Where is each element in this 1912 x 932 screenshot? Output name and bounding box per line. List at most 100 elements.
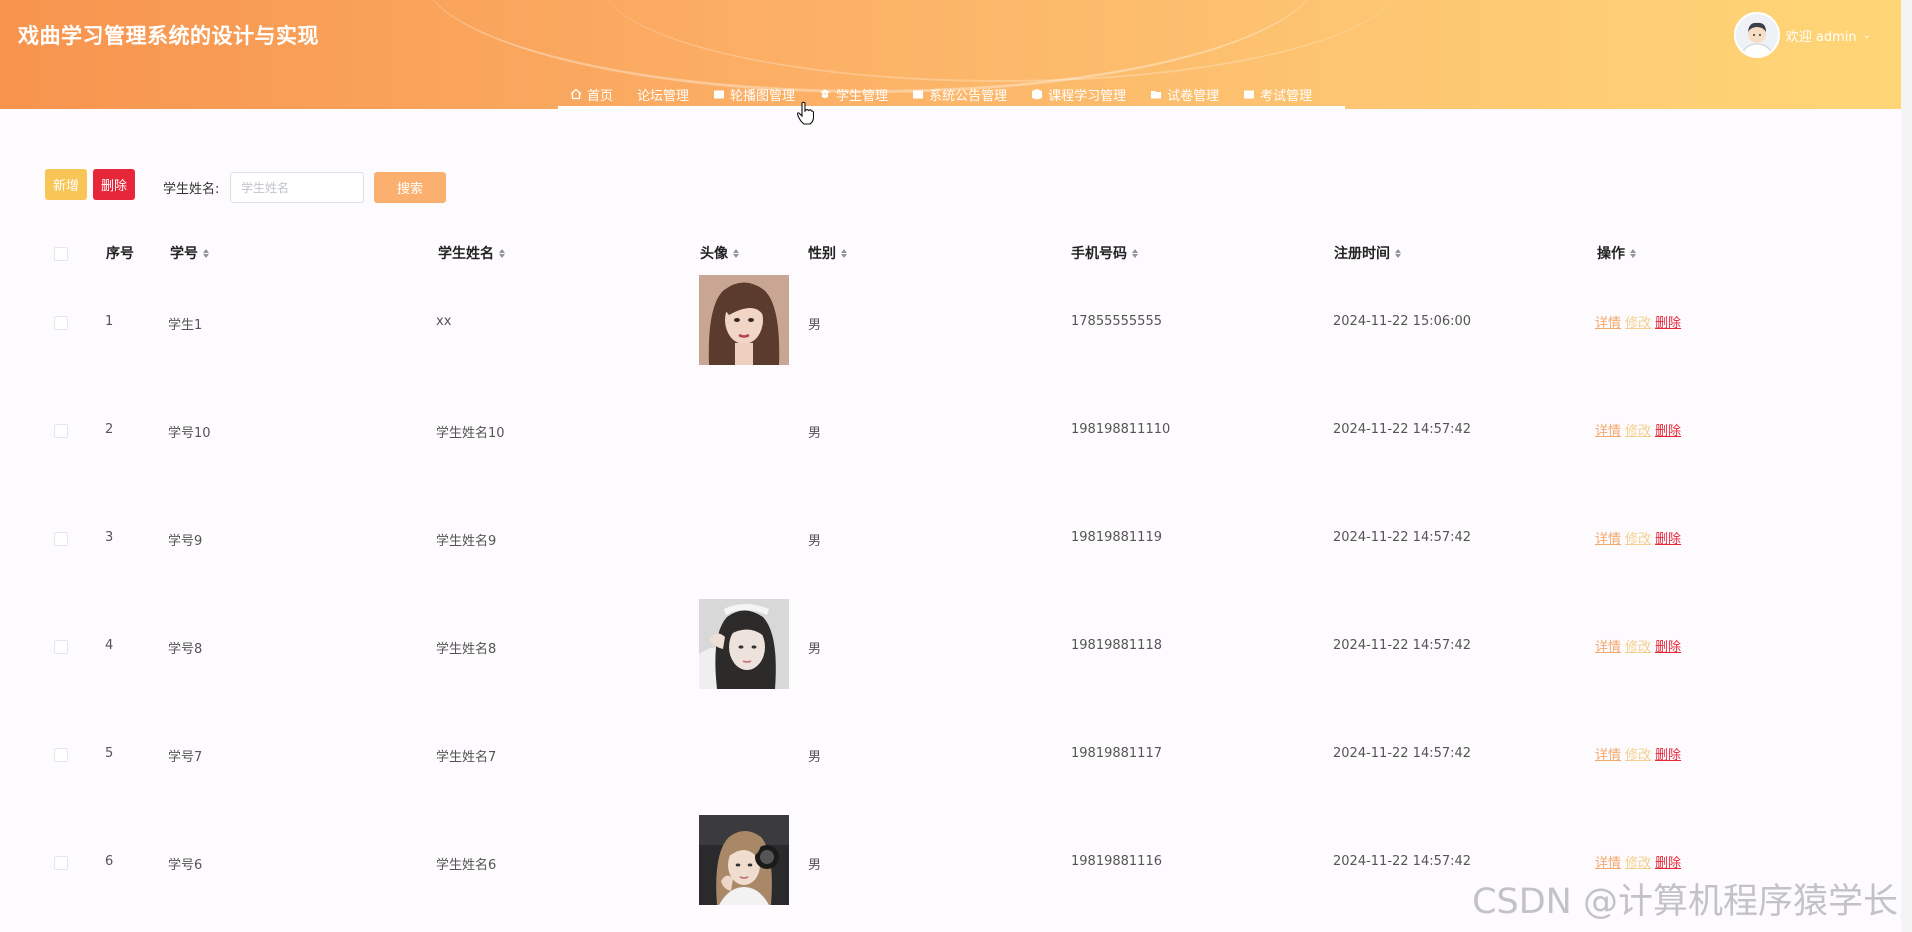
edit-link[interactable]: 修改 [1625,640,1651,655]
nav-exams[interactable]: 考试管理 [1231,69,1324,109]
delete-link[interactable]: 删除 [1655,640,1681,655]
row-gender: 男 [808,426,822,441]
detail-link[interactable]: 详情 [1595,856,1621,871]
sort-icon[interactable] [203,248,209,258]
avatar-image [1735,14,1778,56]
welcome-text: 欢迎 admin [1785,29,1857,45]
delete-link[interactable]: 删除 [1655,424,1681,439]
column-header-student-no[interactable]: 学号 [170,243,209,263]
row-index: 4 [105,638,114,653]
sort-icon[interactable] [1395,248,1401,258]
column-label: 性别 [808,246,836,262]
column-label: 头像 [700,246,728,262]
delete-link[interactable]: 删除 [1655,856,1681,871]
delete-link[interactable]: 删除 [1655,316,1681,331]
row-phone: 19819881118 [1071,638,1162,653]
column-header-avatar[interactable]: 头像 [700,243,739,263]
nav-label: 系统公告管理 [929,88,1008,104]
row-name: 学生姓名8 [436,642,497,657]
row-checkbox[interactable] [54,316,68,330]
row-actions: 详情 修改 删除 [1595,528,1685,547]
row-actions: 详情 修改 删除 [1595,312,1685,331]
watermark: CSDN @计算机程序猿学长 [1472,882,1898,922]
row-name: xx [436,314,452,329]
column-header-actions[interactable]: 操作 [1597,243,1636,263]
home-icon [570,88,582,100]
detail-link[interactable]: 详情 [1595,532,1621,547]
student-name-search-input[interactable] [230,172,364,203]
nav-label: 轮播图管理 [730,88,796,104]
sort-icon[interactable] [499,248,505,258]
row-student-no: 学生1 [168,318,203,333]
edit-link[interactable]: 修改 [1625,424,1651,439]
book-icon [1032,89,1043,100]
detail-link[interactable]: 详情 [1595,424,1621,439]
column-label: 手机号码 [1071,246,1127,262]
row-index: 3 [105,530,114,545]
row-checkbox[interactable] [54,532,68,546]
row-name: 学生姓名10 [436,426,505,441]
row-phone: 19819881119 [1071,530,1162,545]
nav-courses[interactable]: 课程学习管理 [1019,69,1138,109]
row-index: 2 [105,422,114,437]
nav-forum[interactable]: 论坛管理 [625,69,701,109]
folder-icon [913,90,924,99]
row-name: 学生姓名7 [436,750,497,765]
hand-cursor-icon [796,101,814,125]
row-checkbox[interactable] [54,640,68,654]
edit-link[interactable]: 修改 [1625,532,1651,547]
nav-label: 学生管理 [836,88,889,104]
edit-link[interactable]: 修改 [1625,856,1651,871]
row-name: 学生姓名9 [436,534,497,549]
nav-label: 首页 [587,88,614,104]
page-scrollbar[interactable] [1901,0,1912,932]
row-gender: 男 [808,318,822,333]
column-label: 学号 [170,246,198,262]
column-header-gender[interactable]: 性别 [808,243,847,263]
column-label: 序号 [106,246,134,262]
row-checkbox[interactable] [54,424,68,438]
student-photo [699,815,789,905]
row-index: 6 [105,854,114,869]
nav-announcements[interactable]: 系统公告管理 [900,69,1019,109]
row-index: 1 [105,314,114,329]
edit-link[interactable]: 修改 [1625,316,1651,331]
detail-link[interactable]: 详情 [1595,640,1621,655]
row-phone: 17855555555 [1071,314,1162,329]
nav-label: 论坛管理 [637,88,690,104]
nav-students[interactable]: 学生管理 [807,69,900,109]
column-header-phone[interactable]: 手机号码 [1071,243,1138,263]
nav-carousel[interactable]: 轮播图管理 [701,69,807,109]
column-label: 注册时间 [1334,246,1390,262]
user-menu[interactable]: 欢迎 admin ⌄ [1733,12,1871,58]
nav-home[interactable]: 首页 [558,69,625,109]
chevron-down-icon: ⌄ [1862,29,1871,41]
select-all-checkbox[interactable] [54,247,68,261]
avatar[interactable] [1733,12,1780,58]
column-header-name[interactable]: 学生姓名 [438,243,505,263]
add-button[interactable]: 新增 [45,169,87,200]
delete-link[interactable]: 删除 [1655,532,1681,547]
row-gender: 男 [808,858,822,873]
column-header-index: 序号 [106,243,134,263]
sort-icon[interactable] [841,248,847,258]
detail-link[interactable]: 详情 [1595,316,1621,331]
student-photo [699,599,789,689]
row-registered: 2024-11-22 14:57:42 [1333,746,1472,761]
row-registered: 2024-11-22 14:57:42 [1333,638,1472,653]
search-button[interactable]: 搜索 [374,172,446,203]
sort-icon[interactable] [733,248,739,258]
nav-label: 试卷管理 [1167,88,1220,104]
edit-link[interactable]: 修改 [1625,748,1651,763]
row-student-no: 学号7 [168,750,203,765]
delete-link[interactable]: 删除 [1655,748,1681,763]
sort-icon[interactable] [1132,248,1138,258]
nav-papers[interactable]: 试卷管理 [1138,69,1231,109]
row-checkbox[interactable] [54,748,68,762]
column-header-registered[interactable]: 注册时间 [1334,243,1401,263]
row-gender: 男 [808,534,822,549]
row-checkbox[interactable] [54,856,68,870]
detail-link[interactable]: 详情 [1595,748,1621,763]
sort-icon[interactable] [1630,248,1636,258]
batch-delete-button[interactable]: 删除 [93,169,135,200]
